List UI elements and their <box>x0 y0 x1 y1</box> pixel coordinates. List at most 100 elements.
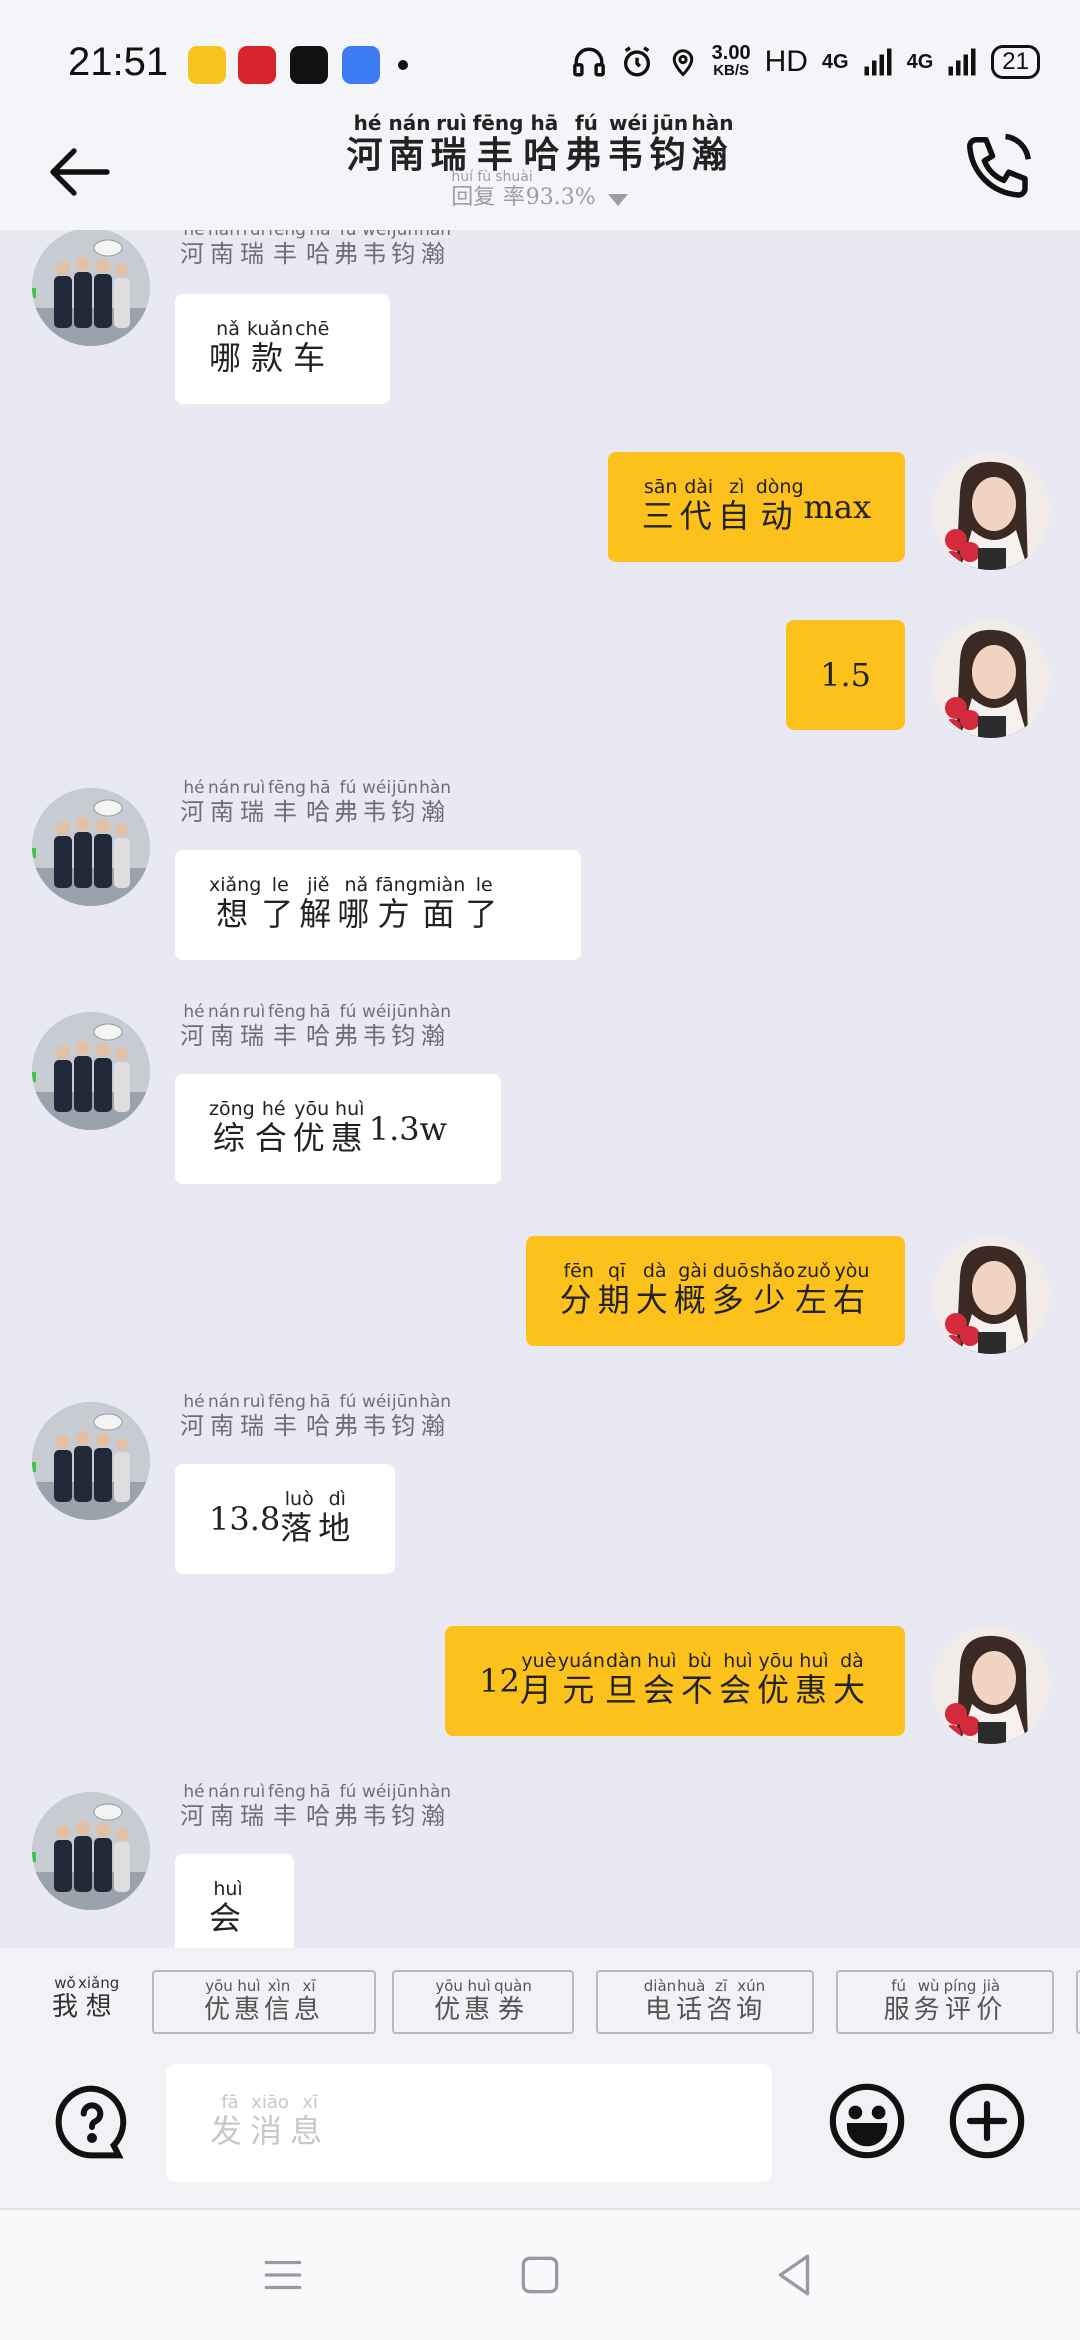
pinyin: hàn <box>419 1392 452 1412</box>
user-avatar[interactable] <box>932 452 1050 570</box>
pinyin: ruì <box>430 111 473 135</box>
help-question-icon[interactable] <box>52 2082 132 2162</box>
hanzi: 瑞ruì <box>240 230 268 268</box>
quick-chip-service-review[interactable]: 服fú 务wù 评píng 价jià <box>836 1970 1054 2034</box>
user-message-bubble[interactable]: 三sān 代dài 自zì 动dòng max <box>607 452 905 562</box>
user-message-bubble[interactable]: 分fēn 期qī 大dà 概gài 多duō 少shǎo 左zuǒ 右yòu <box>525 1236 905 1346</box>
hanzi: 惠huì <box>233 1976 264 2025</box>
pinyin: xiāo <box>250 2092 291 2113</box>
pinyin: jiě <box>299 873 338 896</box>
hanzi: 河hé <box>180 230 208 268</box>
pinyin: dà <box>635 1259 674 1282</box>
hanzi: 惠huì <box>464 1976 495 2025</box>
agent-message-bubble[interactable]: 13.8 落luò 地dì <box>175 1464 395 1574</box>
chat-header: 河hé南nán瑞ruì丰fēng哈hā弗fú韦wéi钧jūn瀚hàn 回huí复… <box>0 111 1080 230</box>
message-input[interactable]: 发fā 消xiāo 息xī <box>166 2064 772 2182</box>
agent-message-bubble[interactable]: 想xiǎng 了le 解jiě 哪nǎ 方fāng 面miàn 了le <box>175 850 581 960</box>
hanzi: 瀚hàn <box>419 1002 452 1050</box>
pinyin: le <box>261 873 300 896</box>
pinyin: chē <box>293 317 332 340</box>
pinyin: wéi <box>607 111 650 135</box>
hanzi: 大dà <box>832 1649 871 1709</box>
pinyin: luò <box>280 1487 319 1510</box>
hd-indicator: HD <box>764 45 808 78</box>
agent-message-bubble[interactable]: 综zōng 合hé 优yōu 惠huì 1.3w <box>175 1074 501 1184</box>
back-triangle-icon[interactable] <box>770 2250 820 2300</box>
agent-avatar[interactable] <box>32 1402 150 1520</box>
pinyin: yuè <box>519 1649 558 1672</box>
hanzi: 期qī <box>597 1259 636 1319</box>
hanzi: 弗fú <box>333 778 362 826</box>
quick-chip-discount-info[interactable]: 优yōu 惠huì 信xìn 息xī <box>152 1970 376 2034</box>
home-square-icon[interactable] <box>515 2250 565 2300</box>
pinyin: zì <box>717 475 756 498</box>
pinyin: nǎ <box>209 317 247 340</box>
agent-message-bubble[interactable]: 会huì <box>175 1854 294 1948</box>
agent-avatar[interactable] <box>32 1012 150 1130</box>
hanzi: 综zōng <box>209 1097 255 1157</box>
emoji-icon[interactable] <box>826 2080 908 2162</box>
pinyin: hàn <box>419 1002 452 1022</box>
pinyin: hàn <box>419 230 452 240</box>
phone-call-icon[interactable] <box>960 130 1038 208</box>
hanzi: 咨zī <box>706 1976 737 2025</box>
hanzi: 哈hā <box>305 1002 334 1050</box>
hanzi: 旦dàn <box>604 1649 643 1709</box>
pinyin: xún <box>736 1976 767 1995</box>
quick-chip-coupon[interactable]: 优yōu 惠huì 券quàn <box>392 1970 574 2034</box>
pinyin: dàn <box>604 1649 643 1672</box>
agent-message-bubble[interactable]: 哪nǎ 款kuǎn 车chē <box>175 294 390 404</box>
quick-chip-more[interactable] <box>1076 1970 1080 2034</box>
pinyin: hé <box>180 778 208 798</box>
chat-message-list[interactable]: 河hé南nán瑞ruì丰fēng哈hā弗fú韦wéi钧jūn瀚hàn 哪nǎ 款ku… <box>0 230 1080 1948</box>
hanzi: 惠huì <box>330 1097 369 1157</box>
pinyin: hàn <box>691 111 734 135</box>
hanzi: 方fāng <box>375 873 418 933</box>
hanzi: 代dài <box>679 475 718 535</box>
menu-icon[interactable] <box>258 2250 308 2300</box>
hanzi: 券quàn <box>494 1976 532 2025</box>
hanzi: 钧jūn <box>391 778 420 826</box>
pinyin: hā <box>305 1782 334 1802</box>
pinyin: jià <box>976 1976 1007 1995</box>
hanzi: 瑞ruì <box>239 778 268 826</box>
page-title: 河hé南nán瑞ruì丰fēng哈hā弗fú韦wéi钧jūn瀚hàn <box>347 111 734 176</box>
pinyin: fú <box>333 1782 362 1802</box>
hanzi: 哪nǎ <box>209 317 248 377</box>
user-message-bubble[interactable]: 12 月yuè 元yuán 旦dàn 会huì 不bù 会huì 优yōu 惠huì 大dà <box>445 1626 905 1736</box>
agent-avatar[interactable] <box>32 788 150 906</box>
pinyin: fēng <box>267 1782 306 1802</box>
user-message-bubble[interactable]: 1.5 <box>786 620 905 730</box>
pinyin: jūn <box>391 778 420 798</box>
user-avatar[interactable] <box>932 620 1050 738</box>
quick-chip-phone-consult[interactable]: 电diàn 话huà 咨zī 询xún <box>596 1970 814 2034</box>
hanzi: 韦wéi <box>361 1782 392 1830</box>
user-avatar[interactable] <box>932 1236 1050 1354</box>
hanzi: 话huà <box>676 1976 707 2025</box>
pinyin: fú <box>333 1392 362 1412</box>
agent-name: 河hé南nán瑞ruì丰fēng哈hā弗fú韦wéi钧jūn瀚hàn <box>180 230 451 269</box>
pinyin: fú <box>333 778 362 798</box>
agent-avatar[interactable] <box>32 230 150 346</box>
latin-text: 1.3w <box>368 1110 448 1148</box>
hanzi: 评píng <box>943 1976 977 2025</box>
pinyin: ruì <box>239 1392 268 1412</box>
chevron-down-icon[interactable] <box>607 192 629 208</box>
hanzi: 韦wéi <box>362 230 391 268</box>
signal-bars-icon-2 <box>948 48 976 76</box>
latin-text: 12 <box>479 1662 520 1700</box>
pinyin: wéi <box>361 1002 392 1022</box>
hanzi: 瑞ruì <box>239 1002 268 1050</box>
pinyin: miàn <box>417 873 466 896</box>
hanzi: 韦wéi <box>361 778 392 826</box>
pinyin: jūn <box>649 111 692 135</box>
hanzi: 弗fú <box>333 1002 362 1050</box>
user-avatar[interactable] <box>932 1626 1050 1744</box>
hanzi: 三sān <box>641 475 680 535</box>
pinyin: jūn <box>391 1782 420 1802</box>
agent-avatar[interactable] <box>32 1792 150 1910</box>
pinyin: ruì <box>239 1782 268 1802</box>
hanzi: 优yōu <box>203 1976 234 2025</box>
add-plus-icon[interactable] <box>946 2080 1028 2162</box>
pinyin: huì <box>330 1097 369 1120</box>
